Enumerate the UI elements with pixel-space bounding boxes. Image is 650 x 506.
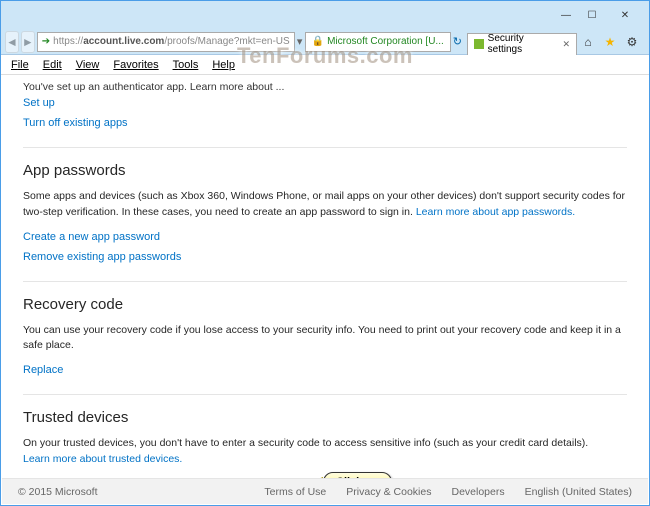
- setup-link[interactable]: Set up: [23, 93, 627, 113]
- turn-off-apps-link[interactable]: Turn off existing apps: [23, 113, 627, 133]
- developers-link[interactable]: Developers: [451, 486, 504, 498]
- menu-bar: File Edit View Favorites Tools Help: [1, 55, 649, 75]
- privacy-link[interactable]: Privacy & Cookies: [346, 486, 431, 498]
- back-button[interactable]: ◄: [5, 31, 19, 53]
- url-field[interactable]: ➔ https://account.live.com/proofs/Manage…: [37, 32, 295, 52]
- app-passwords-title: App passwords: [23, 162, 627, 179]
- maximize-button[interactable]: ☐: [579, 5, 605, 25]
- create-app-password-link[interactable]: Create a new app password: [23, 227, 627, 247]
- truncated-text: You've set up an authenticator app. Lear…: [23, 75, 627, 93]
- tab-strip: Security settings ✕: [464, 29, 577, 55]
- menu-help[interactable]: Help: [206, 57, 241, 73]
- secure-icon: ➔: [42, 36, 50, 47]
- cert-label: Microsoft Corporation [U...: [327, 36, 444, 47]
- learn-trusted-link[interactable]: Learn more about trusted devices.: [23, 452, 182, 468]
- cert-badge[interactable]: 🔒 Microsoft Corporation [U...: [305, 32, 451, 52]
- dropdown-icon[interactable]: ▾: [297, 35, 303, 48]
- minimize-button[interactable]: —: [553, 5, 579, 25]
- home-button[interactable]: ⌂: [579, 33, 597, 51]
- language-link[interactable]: English (United States): [525, 486, 632, 498]
- section-trusted-devices: Trusted devices On your trusted devices,…: [23, 394, 627, 480]
- page-content: You've set up an authenticator app. Lear…: [1, 75, 649, 480]
- copyright: © 2015 Microsoft: [18, 486, 244, 498]
- trusted-title: Trusted devices: [23, 409, 627, 426]
- footer: © 2015 Microsoft Terms of Use Privacy & …: [2, 478, 648, 504]
- menu-edit[interactable]: Edit: [37, 57, 68, 73]
- trusted-body: On your trusted devices, you don't have …: [23, 436, 627, 468]
- section-recovery-code: Recovery code You can use your recovery …: [23, 281, 627, 381]
- url-text: https://account.live.com/proofs/Manage?m…: [53, 36, 290, 47]
- recovery-body: You can use your recovery code if you lo…: [23, 323, 627, 355]
- tools-button[interactable]: ⚙: [623, 33, 641, 51]
- tab-security-settings[interactable]: Security settings ✕: [467, 33, 577, 55]
- tab-close-button[interactable]: ✕: [562, 39, 570, 50]
- tab-title: Security settings: [488, 33, 559, 55]
- toolbar-icons: ⌂ ★ ⚙: [579, 33, 645, 51]
- terms-link[interactable]: Terms of Use: [264, 486, 326, 498]
- replace-recovery-link[interactable]: Replace: [23, 360, 627, 380]
- app-passwords-body: Some apps and devices (such as Xbox 360,…: [23, 189, 627, 221]
- address-bar: ◄ ► ➔ https://account.live.com/proofs/Ma…: [1, 29, 649, 55]
- close-window-button[interactable]: ✕: [605, 5, 645, 25]
- titlebar: — ☐ ✕: [1, 1, 649, 29]
- menu-tools[interactable]: Tools: [167, 57, 205, 73]
- recovery-title: Recovery code: [23, 296, 627, 313]
- refresh-button[interactable]: ↻: [453, 35, 462, 48]
- menu-view[interactable]: View: [70, 57, 106, 73]
- menu-file[interactable]: File: [5, 57, 35, 73]
- lock-icon: 🔒: [312, 36, 324, 47]
- menu-favorites[interactable]: Favorites: [107, 57, 164, 73]
- favicon-icon: [474, 39, 484, 49]
- favorites-button[interactable]: ★: [601, 33, 619, 51]
- remove-app-passwords-link[interactable]: Remove existing app passwords: [23, 247, 627, 267]
- section-app-passwords: App passwords Some apps and devices (suc…: [23, 147, 627, 267]
- learn-app-passwords-link[interactable]: Learn more about app passwords.: [416, 205, 575, 221]
- forward-button[interactable]: ►: [21, 31, 35, 53]
